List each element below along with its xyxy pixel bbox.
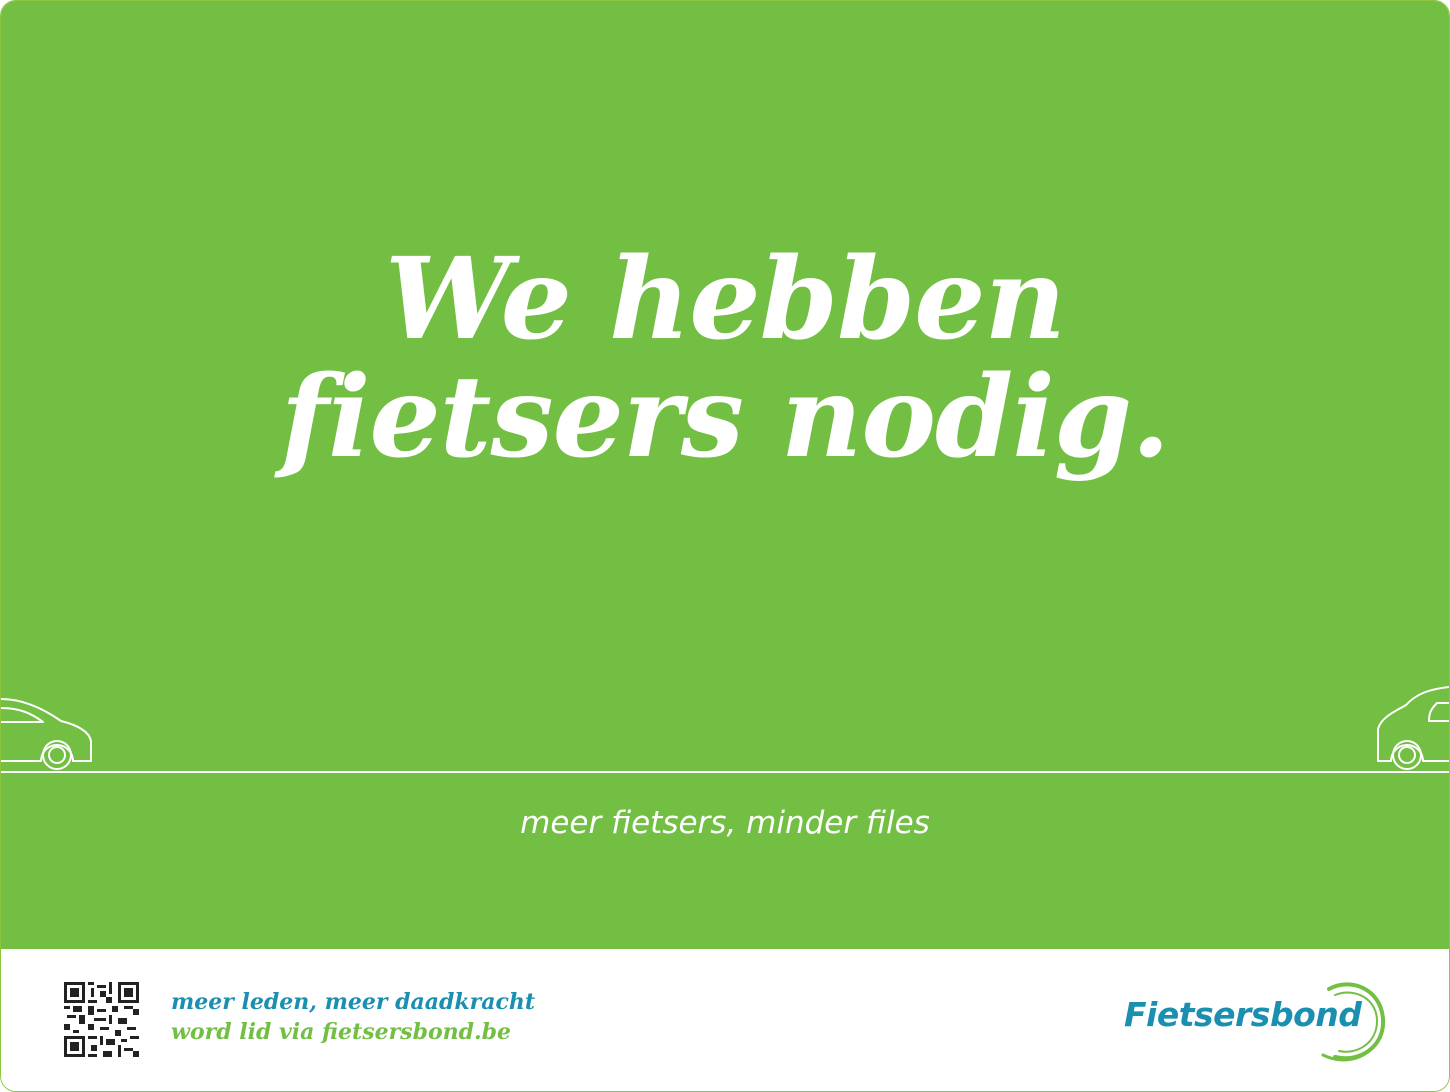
footer: meer leden, meer daadkracht word lid via… <box>1 949 1449 1091</box>
logo-text: Fietsersbond <box>1124 995 1362 1034</box>
headline-line-2: fietsers nodig. <box>280 352 1170 483</box>
tagline: meer fietsers, minder files <box>520 805 930 841</box>
car-right-icon <box>1377 686 1449 770</box>
headline: We hebben fietsers nodig. <box>1 241 1449 477</box>
footer-line-2[interactable]: word lid via fietsersbond.be <box>171 1017 535 1047</box>
green-panel: We hebben fietsers nodig. meer fietsers,… <box>1 1 1449 949</box>
footer-text: meer leden, meer daadkracht word lid via… <box>171 987 535 1047</box>
road-scene <box>1 686 1449 773</box>
poster: We hebben fietsers nodig. meer fietsers,… <box>0 0 1450 1092</box>
qr-code-icon[interactable] <box>64 982 139 1057</box>
footer-line-1: meer leden, meer daadkracht <box>171 989 536 1015</box>
fietsersbond-logo: Fietsersbond <box>1119 977 1399 1067</box>
headline-line-1: We hebben <box>385 234 1066 365</box>
car-left-icon <box>1 698 92 770</box>
